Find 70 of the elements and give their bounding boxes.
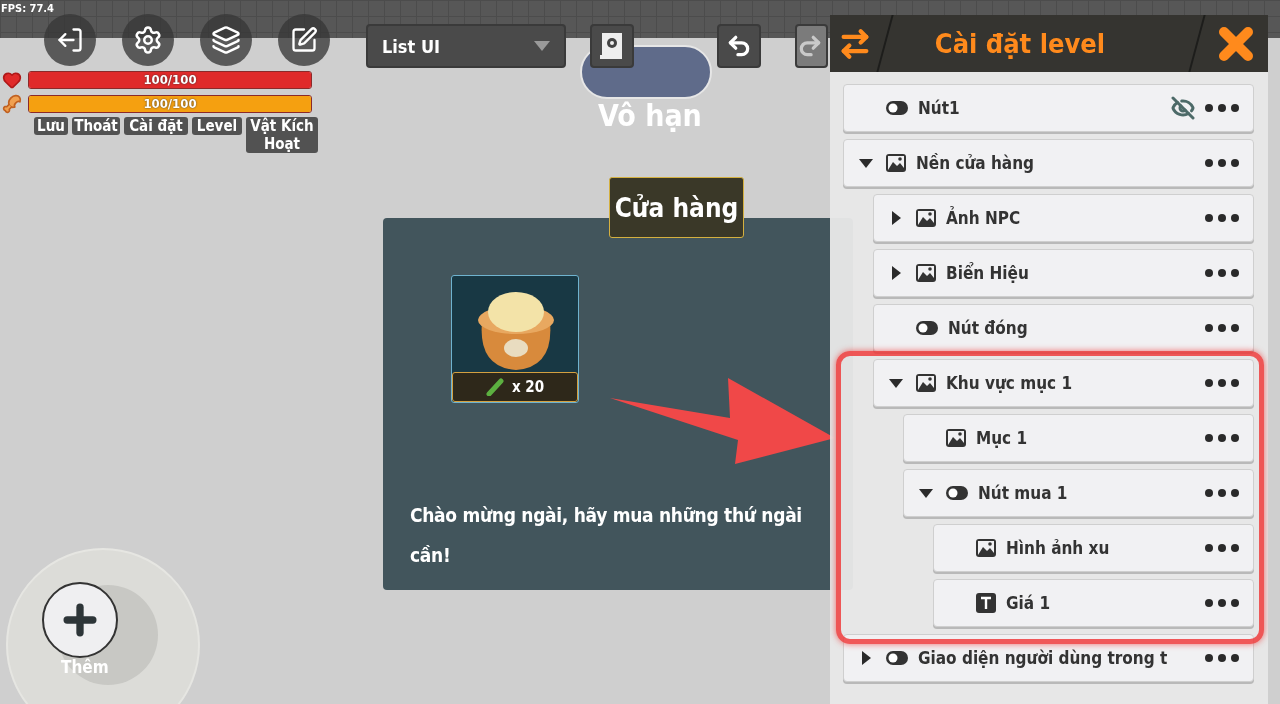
toolbar-button[interactable] xyxy=(200,14,252,66)
layer-item[interactable]: Nút1 xyxy=(843,84,1254,132)
image-icon xyxy=(916,264,936,282)
settings-icon xyxy=(133,25,163,55)
image-icon xyxy=(976,539,996,557)
scene-dropdown[interactable]: List UI xyxy=(366,24,566,68)
drumstick-icon xyxy=(2,94,22,114)
toolbar-button[interactable] xyxy=(278,14,330,66)
layer-item[interactable]: Ảnh NPC xyxy=(873,194,1254,242)
toolbar-label: Level xyxy=(192,117,242,135)
toolbar-label: Thoát xyxy=(72,117,120,135)
shop-title: Cửa hàng xyxy=(609,177,744,238)
image-icon xyxy=(886,154,906,172)
panel-title: Cài đặt level xyxy=(933,28,1107,59)
layer-name: Nền cửa hàng xyxy=(916,153,1036,173)
triangle-icon xyxy=(889,266,903,280)
toolbar-button[interactable] xyxy=(122,14,174,66)
layer-name: Giao diện người dùng trong t xyxy=(918,648,1169,668)
layer-name: Nút mua 1 xyxy=(978,483,1069,503)
layer-item[interactable]: Nút mua 1 xyxy=(903,469,1254,517)
layer-item[interactable]: Giao diện người dùng trong t xyxy=(843,634,1254,682)
exit-icon xyxy=(56,26,84,54)
layer-item[interactable]: Khu vực mục 1 xyxy=(873,359,1254,407)
layer-name: Ảnh NPC xyxy=(946,208,1022,228)
toolbar-label: Cài đặt xyxy=(124,117,188,135)
caret-icon xyxy=(534,41,550,51)
toolbar-button[interactable] xyxy=(44,14,96,66)
stat-reading: 100/100 xyxy=(142,72,198,88)
shop-message: Chào mừng ngài, hãy mua những thứ ngài cần! xyxy=(410,503,803,568)
fps-counter: FPS: 77.4 xyxy=(1,2,54,15)
layer-name: Mục 1 xyxy=(976,428,1029,448)
triangle-icon xyxy=(919,486,933,500)
image-icon xyxy=(916,209,936,227)
layer-name: Khu vực mục 1 xyxy=(946,373,1074,393)
toggle-icon xyxy=(916,321,938,335)
toggle-icon xyxy=(946,486,968,500)
text-icon xyxy=(976,593,996,613)
script-button[interactable] xyxy=(590,24,634,68)
undo-icon xyxy=(726,33,752,59)
toolbar-label: Lưu xyxy=(34,117,68,135)
add-label: Thêm xyxy=(61,657,109,677)
layer-name: Nút1 xyxy=(918,98,961,118)
stat-reading: 100/100 xyxy=(142,96,198,112)
layer-name: Giá 1 xyxy=(1006,593,1052,613)
triangle-icon xyxy=(889,211,903,225)
triangle-icon xyxy=(889,376,903,390)
undo-button[interactable] xyxy=(717,24,761,68)
toggle-icon xyxy=(886,101,908,115)
layer-name: Biển Hiệu xyxy=(946,263,1030,283)
heart-icon xyxy=(2,70,22,90)
layer-item[interactable]: Giá 1 xyxy=(933,579,1254,627)
layers-icon xyxy=(211,25,241,55)
layer-name: Nút đóng xyxy=(948,318,1029,338)
item-card[interactable]: x 20 xyxy=(451,275,579,403)
triangle-icon xyxy=(859,651,873,665)
redo-icon xyxy=(797,33,823,59)
layer-item[interactable]: Mục 1 xyxy=(903,414,1254,462)
layer-item[interactable]: Nút đóng xyxy=(873,304,1254,352)
toggle-icon xyxy=(886,651,908,665)
pen-note-icon xyxy=(290,26,318,54)
image-icon xyxy=(946,429,966,447)
layer-item[interactable]: Biển Hiệu xyxy=(873,249,1254,297)
item-quantity: x 20 xyxy=(511,378,545,396)
layer-item[interactable]: Nền cửa hàng xyxy=(843,139,1254,187)
layer-name: Hình ảnh xu xyxy=(1006,538,1111,558)
triangle-icon xyxy=(859,156,873,170)
toolbar-label: Vật Kích Hoạt xyxy=(246,117,318,153)
layer-item[interactable]: Hình ảnh xu xyxy=(933,524,1254,572)
hidden-icon[interactable] xyxy=(1171,96,1195,120)
image-icon xyxy=(916,374,936,392)
